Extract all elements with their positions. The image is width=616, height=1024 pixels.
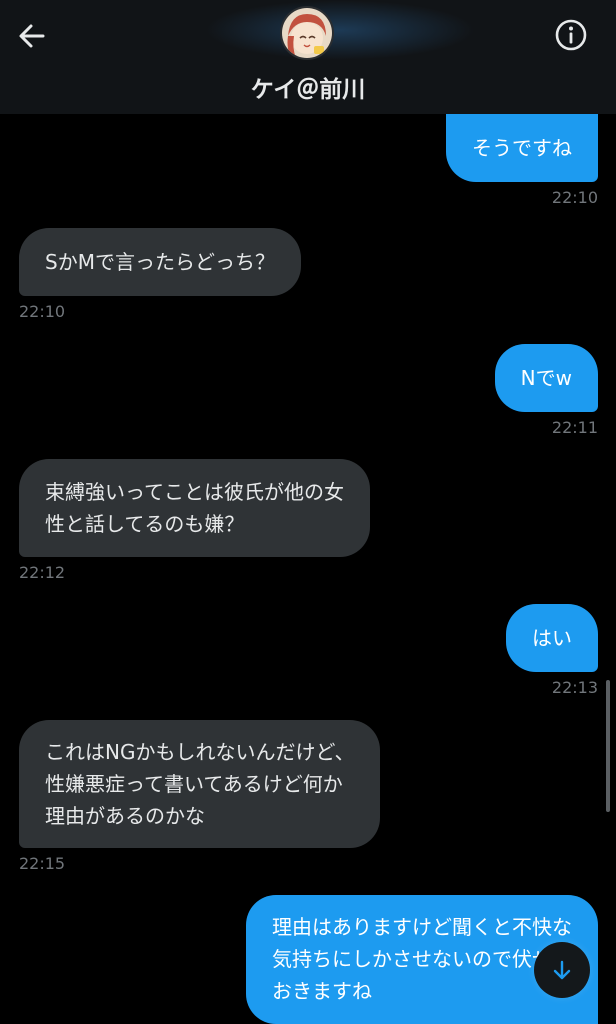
message-timestamp: 22:10 [551,188,598,207]
arrow-down-icon [553,960,571,980]
info-button[interactable] [552,16,590,54]
message-timestamp: 22:12 [19,563,66,582]
message-text-line: 理由があるのかな [45,804,205,828]
scrollbar[interactable] [606,680,610,812]
message-bubble[interactable]: Nでw [494,344,598,412]
message-text-line: 性と話してるのも嫌？ [45,512,245,536]
message-bubble[interactable]: SかMで言ったらどっち？ [19,228,301,296]
message-timestamp: 22:11 [551,418,598,437]
message-text-line: SかMで言ったらどっち？ [45,250,275,274]
scroll-to-bottom-button[interactable] [534,942,590,998]
message-row-incoming: 束縛強いってことは彼氏が他の女 性と話してるのも嫌？ 22:12 [19,459,370,582]
conversation-header: ケイ＠前川 [0,0,616,114]
message-timestamp: 22:13 [551,678,598,697]
message-text-line: 性嫌悪症って書いてあるけど何か [45,772,343,796]
message-text-line: これはNGかもしれないんだけど、 [45,740,355,764]
message-bubble[interactable]: はい [506,604,598,672]
info-circle-icon [555,19,587,51]
message-text-line: はい [532,626,572,650]
message-text-line: 束縛強いってことは彼氏が他の女 [45,480,344,504]
message-timestamp: 22:15 [19,854,66,873]
message-text-line: そうですね [472,136,572,160]
message-text-line: 気持ちにしかさせないので伏せて [272,947,572,971]
message-row-incoming: これはNGかもしれないんだけど、 性嫌悪症って書いてあるけど何か 理由があるのか… [19,720,381,873]
back-button[interactable] [14,18,50,54]
message-row-outgoing: そうですね 22:10 [446,114,598,207]
message-timestamp: 22:10 [19,302,66,321]
message-bubble[interactable]: これはNGかもしれないんだけど、 性嫌悪症って書いてあるけど何か 理由があるのか… [19,720,381,848]
conversation-title: ケイ＠前川 [250,77,366,103]
message-text-line: おきますね [272,979,372,1003]
message-text-line: Nでw [520,366,572,390]
arrow-left-icon [19,24,45,48]
avatar[interactable] [280,6,334,60]
avatar-image [282,8,332,58]
message-row-outgoing: はい 22:13 [506,604,598,697]
message-text-line: 理由はありますけど聞くと不快な [272,915,572,939]
message-row-incoming: SかMで言ったらどっち？ 22:10 [19,228,301,321]
message-row-outgoing: Nでw 22:11 [494,344,598,437]
message-bubble[interactable]: そうですね [446,114,598,182]
message-bubble[interactable]: 束縛強いってことは彼氏が他の女 性と話してるのも嫌？ [19,459,370,557]
header-glow [205,0,475,60]
